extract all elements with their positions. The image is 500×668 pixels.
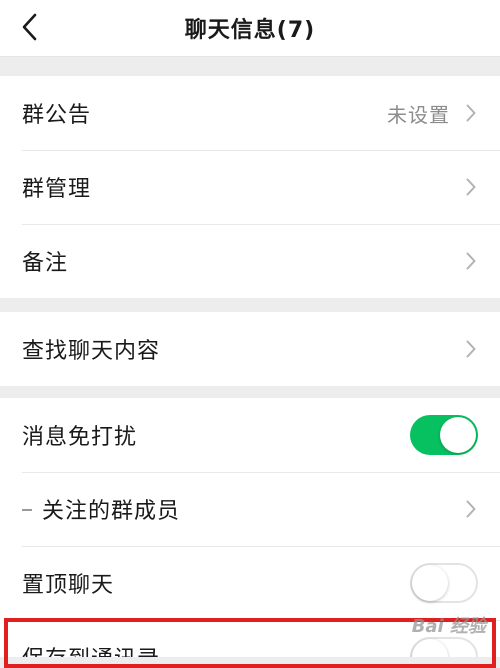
followed-members-row[interactable]: 关注的群成员: [0, 472, 500, 546]
chevron-right-icon: [464, 102, 478, 124]
save-contacts-toggle[interactable]: [410, 637, 478, 657]
navigation-bar: 聊天信息(7): [0, 0, 500, 57]
save-contacts-label: 保存到通讯录: [22, 641, 410, 657]
search-chat-row[interactable]: 查找聊天内容: [0, 312, 500, 386]
settings-group-2: 查找聊天内容: [0, 312, 500, 386]
chevron-right-icon: [464, 176, 478, 198]
remark-label: 备注: [22, 251, 69, 276]
mute-row: 消息免打扰: [0, 398, 500, 472]
announcement-value: 未设置: [387, 102, 450, 127]
page-title: 聊天信息(7): [184, 18, 316, 43]
search-chat-label: 查找聊天内容: [22, 339, 161, 364]
chevron-right-icon: [464, 250, 478, 272]
group-manage-label: 群管理: [22, 177, 92, 202]
followed-members-text: 关注的群成员: [42, 499, 181, 524]
group-manage-row[interactable]: 群管理: [0, 150, 500, 224]
toggle-knob: [412, 565, 448, 601]
remark-row[interactable]: 备注: [0, 224, 500, 298]
chevron-right-icon: [464, 498, 478, 520]
pin-chat-label: 置顶聊天: [22, 573, 115, 598]
dash-icon: [22, 509, 32, 511]
announcement-label: 群公告: [22, 103, 92, 128]
toggle-knob: [412, 639, 448, 657]
announcement-row[interactable]: 群公告 未设置: [0, 76, 500, 150]
settings-group-3: 消息免打扰 关注的群成员 置顶聊天 保存到通讯录: [0, 398, 500, 657]
mute-label: 消息免打扰: [22, 425, 138, 450]
settings-group-1: 群公告 未设置 群管理 备注: [0, 76, 500, 298]
save-contacts-row: 保存到通讯录: [0, 620, 500, 657]
followed-members-label: 关注的群成员: [22, 493, 464, 525]
chevron-right-icon: [464, 338, 478, 360]
mute-toggle[interactable]: [410, 415, 478, 455]
pin-chat-row: 置顶聊天: [0, 546, 500, 620]
pin-chat-toggle[interactable]: [410, 563, 478, 603]
toggle-knob: [440, 417, 476, 453]
